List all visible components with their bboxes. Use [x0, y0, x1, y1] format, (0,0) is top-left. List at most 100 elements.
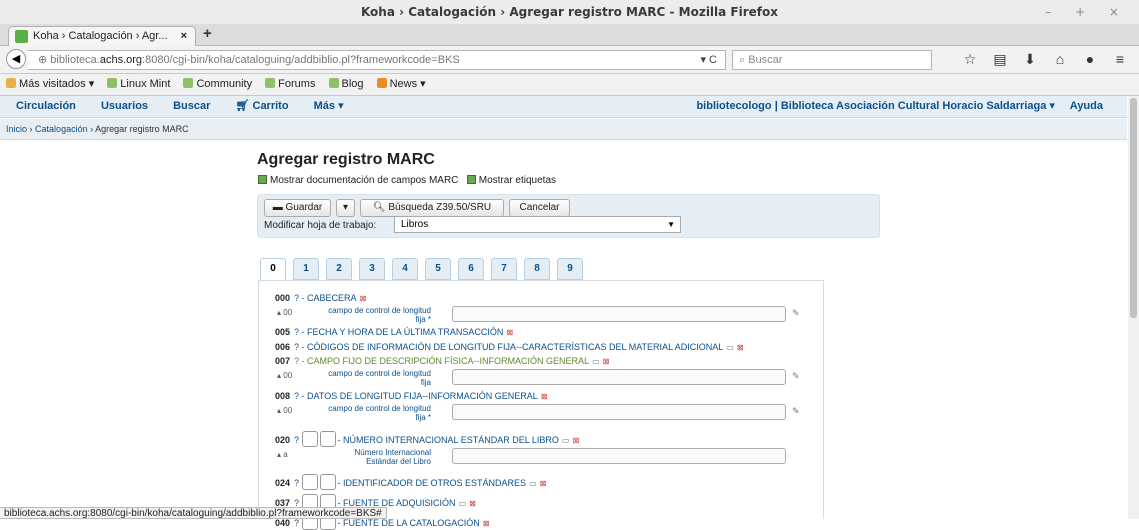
search-icon: ⌕ [739, 54, 749, 66]
tab-2[interactable]: 2 [326, 258, 352, 280]
field-006: 006? - CÓDIGOS DE INFORMACIÓN DE LONGITU… [275, 342, 744, 352]
window-titlebar: Koha › Catalogación › Agregar registro M… [0, 0, 1139, 24]
field-tag: 020 [275, 435, 291, 445]
field-label[interactable]: - IDENTIFICADOR DE OTROS ESTÁNDARES [338, 478, 527, 488]
nav-mas[interactable]: Más ▾ [314, 100, 344, 112]
home-icon[interactable]: ⌂ [1045, 51, 1075, 67]
save-dropdown-button[interactable]: ▾ [336, 199, 355, 217]
clone-field-icon[interactable]: ▭ [592, 357, 600, 366]
page-scrollbar[interactable] [1128, 96, 1139, 519]
tab-6[interactable]: 6 [458, 258, 484, 280]
nav-usuarios[interactable]: Usuarios [101, 100, 148, 112]
delete-field-icon[interactable]: ⊠ [506, 328, 513, 337]
field-label[interactable]: ? - DATOS DE LONGITUD FIJA--INFORMACIÓN … [294, 391, 538, 401]
z3950-search-button[interactable]: 🔍︎ Búsqueda Z39.50/SRU [360, 199, 504, 217]
tab-9[interactable]: 9 [557, 258, 583, 280]
status-bar-url: biblioteca.achs.org:8080/cgi-bin/koha/ca… [0, 507, 387, 519]
bookmark-forums[interactable]: Forums [265, 74, 315, 95]
field-label[interactable]: ? - FECHA Y HORA DE LA ÚLTIMA TRANSACCIÓ… [294, 327, 503, 337]
reload-icon[interactable]: ▾ C [700, 51, 717, 69]
edit-plugin-icon[interactable]: ✎ [792, 406, 800, 417]
tab-5[interactable]: 5 [425, 258, 451, 280]
doc-toggles: Mostrar documentación de campos MARC Mos… [258, 175, 556, 186]
delete-field-icon[interactable]: ⊠ [603, 357, 610, 366]
subfield-code: ▴ 00 [277, 371, 293, 380]
nav-carrito[interactable]: 🛒︎ Carrito [235, 100, 288, 112]
field-label[interactable]: ? - CÓDIGOS DE INFORMACIÓN DE LONGITUD F… [294, 342, 723, 352]
library-selector[interactable]: Biblioteca Asociación Cultural Horacio S… [781, 100, 1055, 112]
save-button[interactable]: ▬ Guardar [264, 199, 331, 217]
show-docs-toggle[interactable]: Mostrar documentación de campos MARC [258, 175, 458, 186]
tab-8[interactable]: 8 [524, 258, 550, 280]
framework-select[interactable]: Libros ▼ [394, 216, 681, 233]
chat-icon[interactable]: ● [1075, 51, 1105, 67]
show-tags-toggle[interactable]: Mostrar etiquetas [466, 175, 556, 186]
scrollbar-thumb[interactable] [1130, 98, 1137, 318]
field-label[interactable]: - NÚMERO INTERNACIONAL ESTÁNDAR DEL LIBR… [338, 435, 559, 445]
clone-field-icon[interactable]: ▭ [459, 499, 467, 508]
delete-field-icon[interactable]: ⊠ [540, 479, 547, 488]
clone-field-icon[interactable]: ▭ [562, 436, 570, 445]
mint-icon [265, 78, 276, 88]
edit-plugin-icon[interactable]: ✎ [792, 308, 800, 319]
new-tab-button[interactable]: + [203, 25, 212, 42]
clone-field-icon[interactable]: ▭ [726, 343, 734, 352]
delete-field-icon[interactable]: ⊠ [541, 392, 548, 401]
browser-tab-koha[interactable]: Koha › Catalogación › Agr... × [8, 26, 196, 47]
field-label[interactable]: ? - CABECERA [294, 293, 357, 303]
bookmark-linux-mint[interactable]: Linux Mint [107, 74, 170, 95]
delete-field-icon[interactable]: ⊠ [469, 499, 476, 508]
help-link[interactable]: ? [294, 435, 302, 445]
framework-value: Libros [401, 219, 429, 230]
bookmark-community[interactable]: Community [183, 74, 252, 95]
edit-plugin-icon[interactable]: ✎ [792, 371, 800, 382]
subfield-label: campo de control de longitud fija * [328, 404, 431, 422]
subfield-input[interactable] [452, 404, 786, 420]
help-link[interactable]: ? [294, 518, 302, 528]
help-link[interactable]: ? [294, 478, 302, 488]
search-placeholder: Buscar [748, 54, 783, 66]
tab-4[interactable]: 4 [392, 258, 418, 280]
subfield-input[interactable] [452, 369, 786, 385]
edit-toolbar: ▬ Guardar ▾ 🔍︎ Búsqueda Z39.50/SRU Cance… [257, 194, 880, 238]
subfield-input[interactable] [452, 306, 786, 322]
reading-list-icon[interactable]: ▤ [985, 51, 1015, 68]
tab-0[interactable]: 0 [260, 258, 286, 281]
menu-icon[interactable]: ≡ [1105, 51, 1135, 67]
field-007: 007? - CAMPO FIJO DE DESCRIPCIÓN FÍSICA-… [275, 356, 609, 366]
cancel-button[interactable]: Cancelar [509, 199, 570, 217]
bookmark-blog[interactable]: Blog [328, 74, 364, 95]
back-arrow-icon[interactable]: ◀ [6, 49, 26, 69]
subfield-label: campo de control de longitud fija * [328, 306, 431, 324]
bookmark-news[interactable]: News ▾ [376, 74, 426, 95]
delete-field-icon[interactable]: ⊠ [360, 294, 367, 303]
delete-field-icon[interactable]: ⊠ [737, 343, 744, 352]
bookmark-most-visited[interactable]: Más visitados ▾ [6, 74, 94, 95]
subfield-input[interactable] [452, 448, 786, 464]
close-tab-icon[interactable]: × [181, 27, 187, 46]
indicator-1-input[interactable] [301, 431, 318, 447]
delete-field-icon[interactable]: ⊠ [572, 436, 579, 445]
clone-field-icon[interactable]: ▭ [529, 479, 537, 488]
bookmark-star-icon[interactable]: ☆ [955, 51, 985, 68]
download-icon[interactable]: ⬇ [1015, 51, 1045, 68]
field-label[interactable]: ? - CAMPO FIJO DE DESCRIPCIÓN FÍSICA--IN… [294, 356, 589, 366]
breadcrumb-catalogacion[interactable]: Catalogación [35, 124, 88, 134]
url-bar[interactable]: ⊕ biblioteca.achs.org:8080/cgi-bin/koha/… [28, 50, 726, 70]
delete-field-icon[interactable]: ⊠ [483, 519, 490, 528]
field-label[interactable]: - FUENTE DE LA CATALOGACIÓN [338, 518, 480, 528]
tab-3[interactable]: 3 [359, 258, 385, 280]
tab-1[interactable]: 1 [293, 258, 319, 280]
logged-user[interactable]: bibliotecologo [696, 100, 771, 112]
page-title: Agregar registro MARC [257, 151, 435, 168]
help-link[interactable]: Ayuda [1070, 100, 1103, 112]
nav-circulacion[interactable]: Circulación [16, 100, 76, 112]
search-input[interactable]: ⌕ Buscar [732, 50, 932, 70]
indicator-2-input[interactable] [319, 474, 336, 490]
indicator-2-input[interactable] [319, 431, 336, 447]
window-controls[interactable]: – + × [1045, 0, 1129, 24]
indicator-1-input[interactable] [301, 474, 318, 490]
breadcrumb-home[interactable]: Inicio [6, 124, 27, 134]
tab-7[interactable]: 7 [491, 258, 517, 280]
nav-buscar[interactable]: Buscar [173, 100, 210, 112]
